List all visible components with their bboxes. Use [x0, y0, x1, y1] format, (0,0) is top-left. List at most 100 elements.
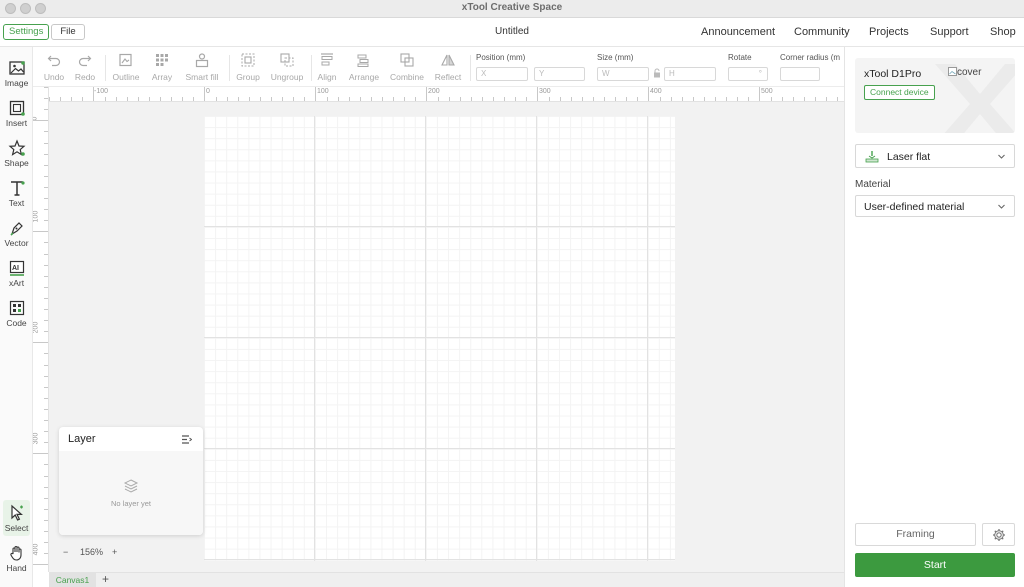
ruler-tick: [44, 320, 48, 322]
ruler-tick: [515, 97, 517, 101]
ruler-tick: [44, 220, 48, 222]
reflect-icon: [441, 54, 455, 66]
nav-community[interactable]: Community: [794, 26, 850, 38]
reflect-label: Reflect: [434, 72, 462, 82]
align-button[interactable]: Align: [315, 52, 339, 82]
ruler-tick: [382, 97, 383, 101]
shape-icon: [7, 139, 26, 156]
tool-xart[interactable]: AI xArt: [0, 255, 33, 291]
undo-icon: [47, 55, 61, 67]
corner-radius-input[interactable]: [780, 67, 820, 81]
reflect-button[interactable]: Reflect: [432, 52, 464, 82]
tool-hand[interactable]: Hand: [0, 540, 33, 576]
redo-button[interactable]: Redo: [73, 52, 97, 82]
smart-fill-button[interactable]: Smart fill: [183, 52, 221, 82]
framing-button[interactable]: Framing: [855, 523, 976, 546]
position-x-input[interactable]: X: [476, 67, 528, 81]
nav-announcement[interactable]: Announcement: [701, 26, 775, 38]
arrange-icon: [357, 54, 369, 67]
ruler-tick: [282, 97, 284, 101]
tool-label: Select: [4, 523, 29, 533]
ruler-tick: [44, 198, 48, 199]
zoom-in-button[interactable]: +: [112, 547, 117, 557]
undo-button[interactable]: Undo: [43, 52, 65, 82]
undo-label: Undo: [43, 72, 65, 82]
window-title-bar: xTool Creative Space: [0, 0, 1024, 18]
tool-text[interactable]: Text: [0, 175, 33, 211]
start-button[interactable]: Start: [855, 553, 1015, 577]
ruler-tick: [581, 97, 583, 101]
tool-code[interactable]: Code: [0, 295, 33, 331]
rotate-input[interactable]: °: [728, 67, 768, 81]
work-area-grid[interactable]: [204, 116, 675, 561]
broken-image-icon: [948, 67, 957, 76]
ruler-tick: [592, 97, 594, 101]
size-height-input[interactable]: H: [664, 67, 716, 81]
canvas-tab[interactable]: Canvas1: [49, 573, 96, 587]
ruler-tick: [171, 97, 173, 101]
arrange-button[interactable]: Arrange: [347, 52, 381, 82]
chevron-down-icon: [998, 154, 1005, 159]
ai-art-icon: AI: [9, 260, 24, 276]
nav-shop[interactable]: Shop: [990, 26, 1016, 38]
tool-vector[interactable]: Vector: [0, 215, 33, 251]
zoom-out-button[interactable]: −: [63, 547, 68, 557]
svg-text:AI: AI: [12, 265, 19, 272]
nav-support[interactable]: Support: [930, 26, 969, 38]
combine-button[interactable]: Combine: [388, 52, 426, 82]
tool-label: xArt: [8, 278, 25, 288]
add-canvas-button[interactable]: +: [102, 572, 109, 586]
ruler-tick: [748, 97, 750, 101]
material-label: Material: [855, 179, 891, 190]
tool-select[interactable]: Select: [3, 500, 30, 536]
ruler-tick: [44, 375, 48, 377]
device-settings-button[interactable]: [982, 523, 1015, 546]
horizontal-ruler: -100 0 100 200 300 400 500: [49, 87, 844, 102]
ruler-tick: [626, 97, 628, 101]
ruler-tick-label: 200: [428, 88, 440, 95]
ruler-tick: [470, 97, 472, 101]
size-width-input[interactable]: W: [597, 67, 649, 81]
position-y-input[interactable]: Y: [534, 67, 585, 81]
ruler-tick: [44, 309, 48, 310]
group-label: Group: [236, 72, 260, 82]
ruler-tick: [44, 87, 48, 88]
ruler-tick: [44, 508, 48, 510]
ruler-tick: [44, 175, 48, 177]
process-mode-select[interactable]: Laser flat: [855, 144, 1015, 168]
outline-icon: [119, 53, 132, 67]
layer-list: No layer yet: [59, 451, 203, 535]
ruler-tick: [44, 420, 48, 421]
group-button[interactable]: Group: [235, 52, 261, 82]
ruler-tick: [359, 97, 361, 101]
ruler-tick: [226, 97, 228, 101]
ruler-tick: [44, 297, 48, 299]
ungroup-button[interactable]: Ungroup: [269, 52, 305, 82]
lock-ratio-icon[interactable]: [653, 68, 661, 78]
array-label: Array: [151, 72, 173, 82]
ungroup-label: Ungroup: [270, 72, 304, 82]
outline-button[interactable]: Outline: [111, 52, 141, 82]
top-nav: Settings File Untitled Announcement Comm…: [0, 18, 1024, 47]
ruler-tick: [459, 97, 461, 101]
ruler-tick-label: 200: [33, 321, 40, 334]
tool-insert[interactable]: Insert: [0, 95, 33, 131]
ruler-tick: [814, 97, 816, 101]
ruler-tick: [44, 253, 48, 255]
ruler-tick: [326, 97, 328, 101]
layer-menu-icon[interactable]: [181, 434, 192, 445]
tool-shape[interactable]: Shape: [0, 135, 33, 171]
ruler-tick: [44, 264, 48, 266]
tool-image[interactable]: Image: [0, 55, 33, 91]
ruler-tick: [670, 97, 672, 101]
layer-panel: Layer No layer yet: [59, 427, 203, 535]
connect-device-button[interactable]: Connect device: [864, 85, 935, 100]
array-button[interactable]: Array: [149, 52, 175, 82]
ruler-tick: [33, 342, 48, 344]
ruler-tick: [770, 97, 772, 101]
nav-projects[interactable]: Projects: [869, 26, 909, 38]
material-select[interactable]: User-defined material: [855, 195, 1015, 217]
ruler-tick: [44, 464, 48, 466]
ruler-tick: [271, 97, 272, 101]
ruler-tick-label: 100: [33, 210, 40, 223]
